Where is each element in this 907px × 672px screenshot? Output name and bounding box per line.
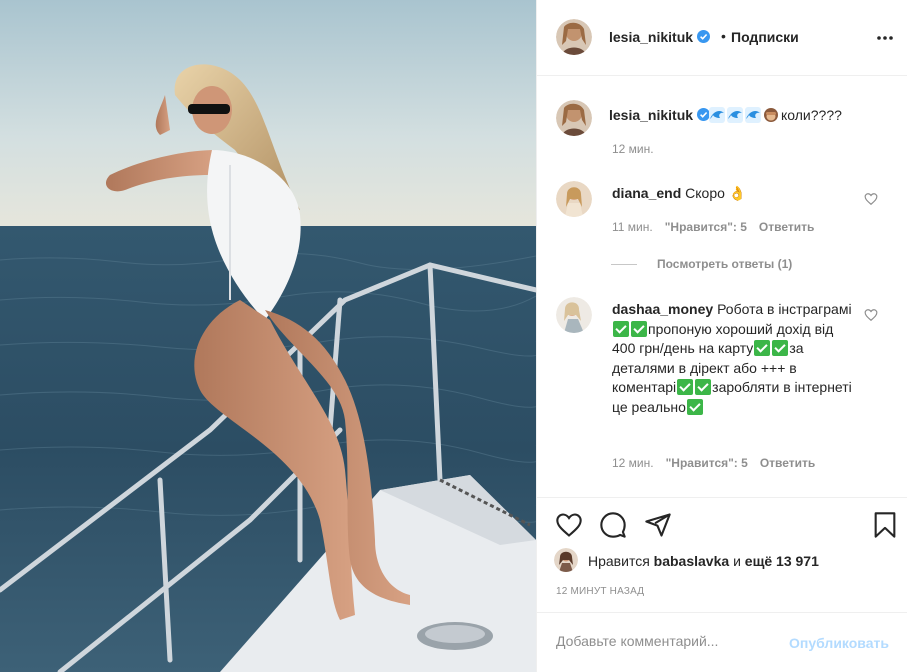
comment-likes[interactable]: "Нравится": 5 [666, 456, 748, 470]
header-separator: • [721, 28, 726, 44]
share-icon[interactable] [644, 511, 672, 539]
following-button[interactable]: Подписки [731, 29, 799, 45]
comment-like-heart-icon[interactable] [864, 308, 878, 322]
caption-time[interactable]: 12 мин. [612, 142, 654, 156]
post-photo[interactable] [0, 0, 536, 672]
monkey-emoji [763, 107, 779, 123]
commenter-username[interactable]: dashaa_money [612, 301, 713, 317]
caption-text-body: коли???? [781, 107, 842, 123]
verified-badge-icon [697, 30, 711, 43]
post-comment-button[interactable]: Опубликовать [789, 635, 889, 651]
comment-body: diana_end Скоро 👌 [612, 184, 857, 204]
caption-author-username[interactable]: lesia_nikituk [609, 107, 711, 123]
comment-input[interactable] [556, 633, 776, 649]
wave-emoji [709, 107, 725, 123]
check-emoji [677, 379, 694, 395]
comment-likes[interactable]: "Нравится": 5 [665, 220, 747, 234]
comment-meta: 12 мин. "Нравится": 5 Ответить [612, 456, 827, 470]
wave-emoji [727, 107, 743, 123]
caption-text: коли???? [709, 107, 842, 123]
liker-avatar[interactable] [554, 548, 578, 572]
commenter-username[interactable]: diana_end [612, 185, 681, 201]
post-side-panel: lesia_nikituk • Подписки lesia_nikituk к… [536, 0, 907, 672]
caption-author-avatar[interactable] [556, 100, 592, 136]
caption-author-username-text[interactable]: lesia_nikituk [609, 107, 693, 123]
add-comment-bar: Опубликовать [537, 612, 907, 672]
author-username-text[interactable]: lesia_nikituk [609, 29, 693, 45]
reply-button[interactable]: Ответить [760, 456, 815, 470]
commenter-avatar[interactable] [556, 181, 592, 217]
wave-emoji [745, 107, 761, 123]
comment-icon[interactable] [599, 511, 627, 539]
likes-prefix: Нравится [588, 553, 650, 569]
reply-button[interactable]: Ответить [759, 220, 814, 234]
check-emoji [772, 340, 789, 356]
comment-time[interactable]: 11 мин. [612, 220, 653, 234]
likes-user[interactable]: babaslavka [654, 553, 730, 569]
comment-time[interactable]: 12 мин. [612, 456, 654, 470]
commenter-avatar[interactable] [556, 297, 592, 333]
check-emoji [631, 320, 647, 337]
likes-text: Нравится babaslavka и ещё 13 971 [588, 553, 819, 569]
likes-count[interactable]: ещё 13 971 [745, 553, 819, 569]
post-timestamp[interactable]: 12 МИНУТ НАЗАД [556, 586, 644, 597]
comment-text-part: Робота в інстраграмі [717, 301, 852, 317]
check-emoji [613, 320, 629, 337]
comment-body: dashaa_money Робота в інстраграміпропону… [612, 300, 857, 417]
author-username[interactable]: lesia_nikituk [609, 29, 711, 45]
author-avatar[interactable] [556, 19, 592, 55]
check-emoji [686, 398, 703, 415]
comment-meta: 11 мин. "Нравится": 5 Ответить [612, 220, 826, 234]
post-actions-bar [537, 497, 907, 557]
check-emoji [754, 340, 771, 356]
comment-like-heart-icon[interactable] [864, 192, 878, 206]
more-options-icon[interactable] [875, 28, 895, 48]
post-header: lesia_nikituk • Подписки [537, 0, 907, 76]
view-replies-button[interactable]: Посмотреть ответы (1) [611, 257, 792, 271]
like-heart-icon[interactable] [555, 511, 583, 539]
bookmark-icon[interactable] [871, 511, 899, 539]
check-emoji [695, 379, 712, 395]
comment-text: Скоро 👌 [685, 185, 747, 201]
likes-mid: и [733, 553, 741, 569]
